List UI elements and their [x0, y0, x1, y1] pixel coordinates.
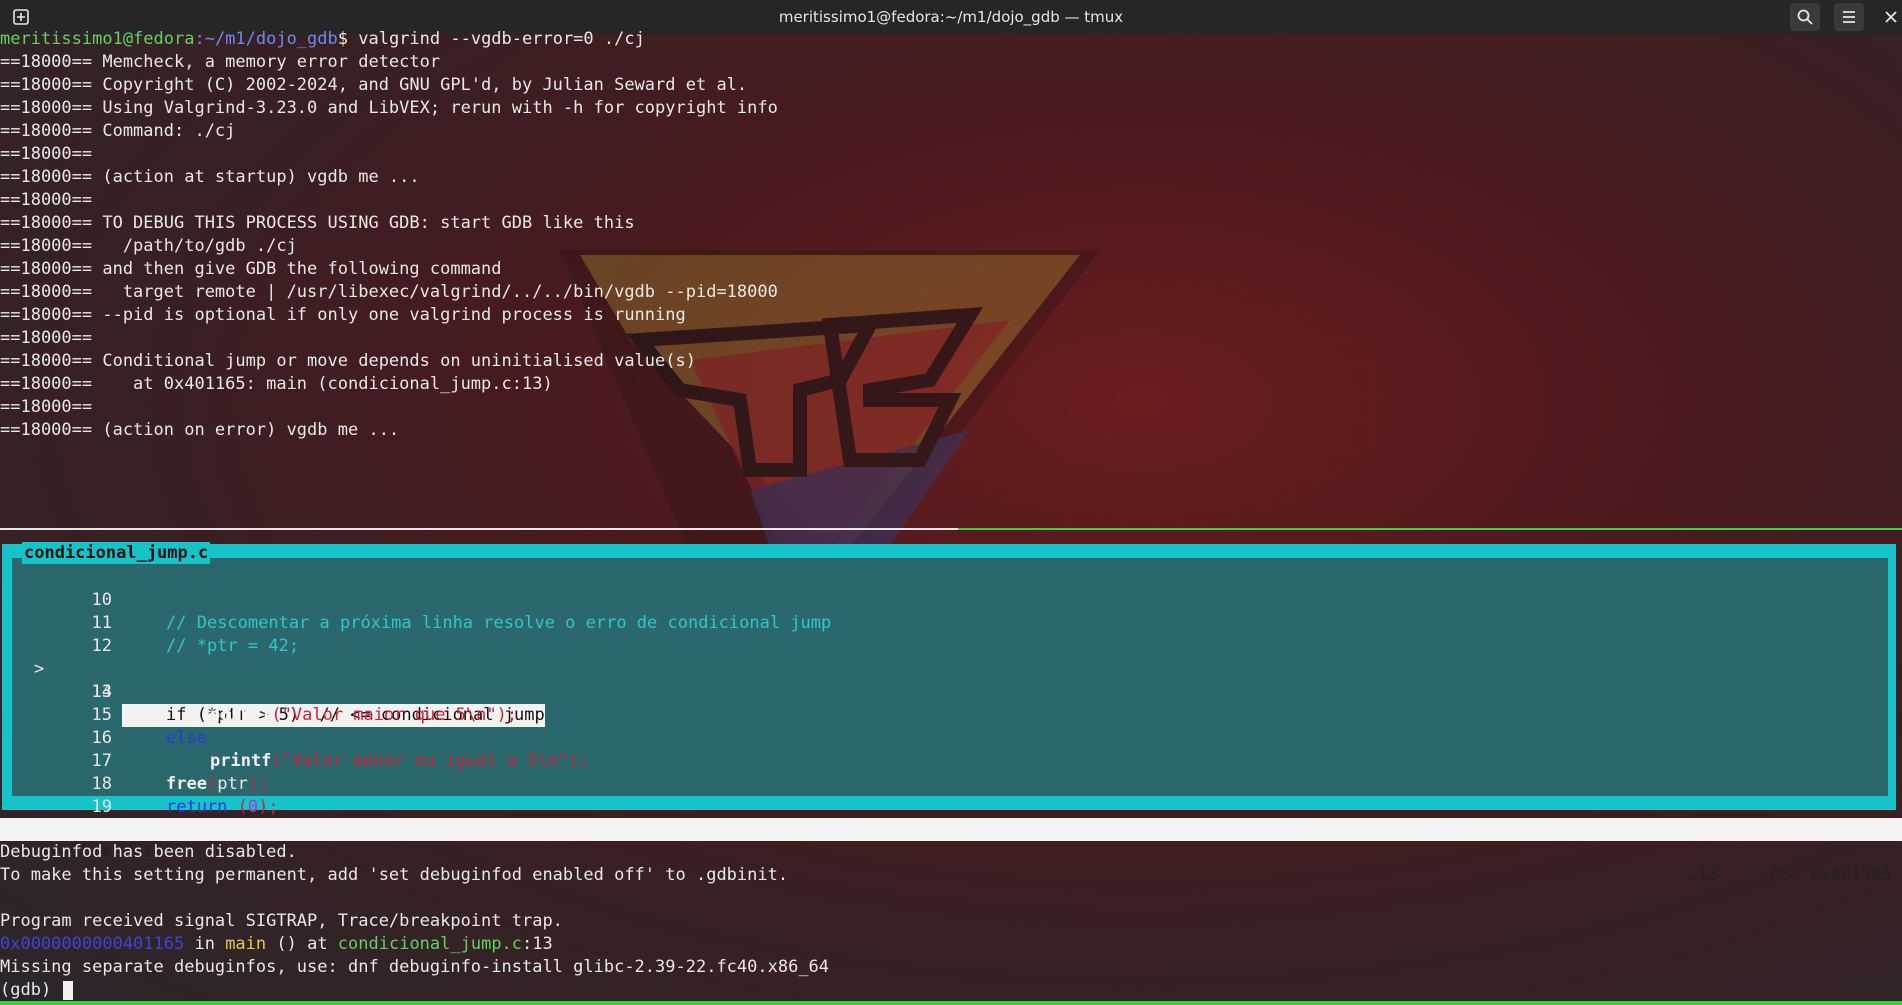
- shell-prompt-line: meritissimo1@fedora:~/m1/dojo_gdb$ valgr…: [0, 28, 645, 51]
- line-number: 14: [91, 682, 112, 702]
- hamburger-menu-icon: [1843, 11, 1855, 23]
- close-window-button[interactable]: [1876, 3, 1902, 31]
- prompt-command: valgrind --vgdb-error=0 ./cj: [358, 29, 645, 49]
- tmux-pane-border-bottom: [0, 1001, 1902, 1005]
- code-keyword: return: [166, 797, 228, 817]
- code-identifier: ptr: [217, 774, 248, 794]
- line-number: 10: [91, 590, 112, 610]
- line-number: 11: [91, 613, 112, 633]
- output-line: ==18000== Using Valgrind-3.23.0 and LibV…: [0, 98, 778, 118]
- frame-file: condicional_jump.c: [337, 934, 523, 954]
- line-number: 16: [91, 728, 112, 748]
- status-position: L13 PC: 0x401165: [1687, 864, 1892, 887]
- output-line: ==18000==: [0, 144, 93, 164]
- line-number: 19: [91, 797, 112, 817]
- output-line: ==18000== (action at startup) vgdb me ..…: [0, 167, 420, 187]
- code-paren: (: [271, 705, 282, 725]
- output-line: ==18000== Copyright (C) 2002-2024, and G…: [0, 75, 748, 95]
- source-line-10: 10 // Descomentar a próxima linha resolv…: [0, 566, 832, 633]
- code-paren: );: [496, 705, 518, 725]
- code-function: printf: [210, 751, 272, 771]
- output-line: ==18000== Conditional jump or move depen…: [0, 351, 696, 371]
- gdb-prompt-line[interactable]: (gdb): [0, 979, 74, 1002]
- code-function: free: [166, 774, 207, 794]
- source-line-14: 14 printf("Valor maior que 5\n");: [0, 658, 518, 725]
- frame-address: 0x0000000000401165: [0, 934, 185, 954]
- current-line-marker: >: [34, 659, 45, 679]
- output-line: ==18000== target remote | /usr/libexec/v…: [0, 282, 778, 302]
- pane-divider-inactive[interactable]: [0, 528, 958, 530]
- source-line-11: 11 // *ptr = 42;: [0, 589, 300, 656]
- source-window-title: condicional_jump.c: [22, 542, 211, 564]
- code-function: printf: [210, 705, 272, 725]
- code-paren: );: [258, 797, 279, 817]
- output-line: ==18000== and then give GDB the followin…: [0, 259, 502, 279]
- gdb-output-line: To make this setting permanent, add 'set…: [0, 865, 789, 885]
- search-icon: [1797, 9, 1813, 25]
- code-keyword: else: [166, 728, 207, 748]
- output-line: ==18000== Memcheck, a memory error detec…: [0, 52, 441, 72]
- output-line: ==18000== --pid is optional if only one …: [0, 305, 686, 325]
- code-paren: (: [271, 751, 282, 771]
- source-line-17: 17 free(ptr);: [0, 727, 269, 794]
- line-number: 18: [91, 774, 112, 794]
- source-line-19: 19 }: [0, 773, 133, 840]
- frame-function: main: [225, 934, 267, 954]
- output-line: ==18000== at 0x401165: main (condicional…: [0, 374, 553, 394]
- source-line-16: 16 printf("Valor menor ou igual a 5\n");: [0, 704, 589, 771]
- prompt-symbol: $: [337, 29, 359, 49]
- gdb-output-line: Missing separate debuginfos, use: dnf de…: [0, 957, 830, 977]
- gdb-frame-line: 0x0000000000401165 in main () at condici…: [0, 933, 553, 956]
- gdb-prompt: (gdb): [0, 980, 62, 1000]
- window-title: meritissimo1@fedora:~/m1/dojo_gdb — tmux: [778, 8, 1124, 26]
- close-icon: [1885, 11, 1897, 23]
- status-pc: PC: 0x401165: [1769, 865, 1892, 885]
- source-line-18: 18 return (0);: [0, 750, 279, 817]
- search-button[interactable]: [1790, 3, 1820, 31]
- code-comment: // Descomentar a próxima linha resolve o…: [166, 613, 832, 633]
- code-paren: );: [247, 774, 269, 794]
- source-line-13-current: > 13 if (*ptr > 5) // <= condicional jum…: [0, 635, 545, 727]
- source-line-15: 15 else: [0, 681, 207, 748]
- output-line: ==18000== Command: ./cj: [0, 121, 236, 141]
- code-paren: (: [227, 797, 248, 817]
- line-number: 15: [91, 705, 112, 725]
- output-line: ==18000== (action on error) vgdb me ...: [0, 420, 400, 440]
- prompt-userhost: meritissimo1@fedora: [0, 29, 195, 49]
- output-line: ==18000==: [0, 397, 93, 417]
- output-line: ==18000== TO DEBUG THIS PROCESS USING GD…: [0, 213, 635, 233]
- gdb-output-line: Program received signal SIGTRAP, Trace/b…: [0, 911, 563, 931]
- output-line: ==18000==: [0, 190, 93, 210]
- line-number: 17: [91, 751, 112, 771]
- code-paren: (: [206, 774, 218, 794]
- gdb-output-line: Debuginfod has been disabled.: [0, 842, 297, 862]
- code-string: "Valor menor ou igual a 5\n": [281, 751, 569, 771]
- code-string: "Valor maior que 5\n": [281, 705, 497, 725]
- code-paren: );: [568, 751, 589, 771]
- frame-in-text: in: [184, 934, 226, 954]
- line-number: 12: [91, 636, 112, 656]
- prompt-path: :~/m1/dojo_gdb: [194, 29, 338, 49]
- menu-button[interactable]: [1834, 3, 1864, 31]
- terminal-cursor[interactable]: [63, 980, 74, 1000]
- frame-at-text: () at: [266, 934, 338, 954]
- source-line-12: 12: [0, 612, 112, 656]
- output-line: ==18000== /path/to/gdb ./cj: [0, 236, 297, 256]
- output-line: ==18000==: [0, 328, 93, 348]
- frame-lineno: :13: [522, 934, 553, 954]
- code-number: 0: [247, 797, 259, 817]
- pane-divider-active[interactable]: [958, 528, 1902, 530]
- gdb-status-bar: remote Thread 18000 In: main L13 PC: 0x4…: [0, 818, 1902, 885]
- status-line: L13: [1687, 865, 1718, 885]
- code-comment: // *ptr = 42;: [166, 636, 300, 656]
